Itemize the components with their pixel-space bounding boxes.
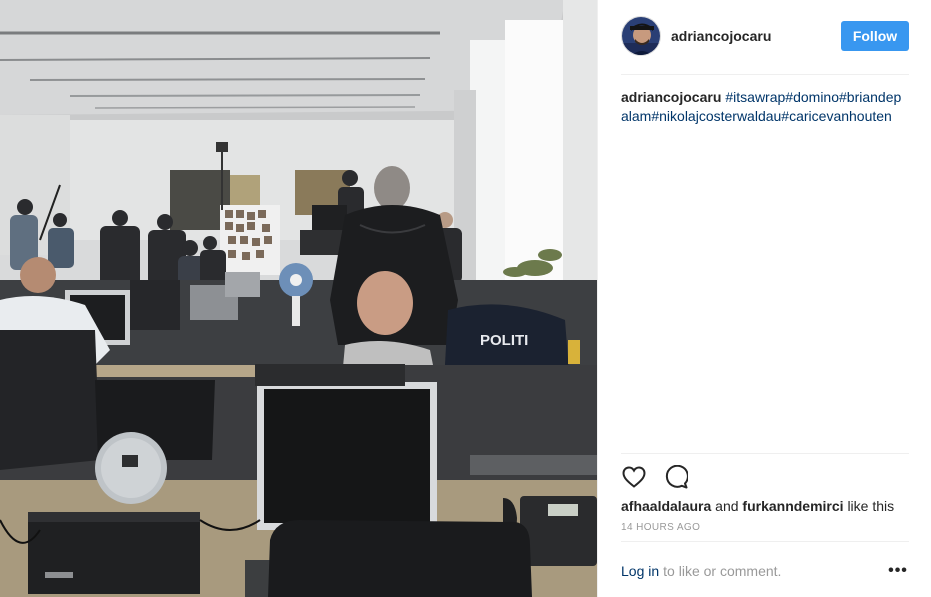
police-jacket-text: POLITI [480,332,528,349]
comment-row: Log in to like or comment. ••• [621,560,909,582]
follow-button[interactable]: Follow [841,21,909,51]
post-timestamp[interactable]: 14 HOURS AGO [621,522,700,533]
post-photo[interactable]: POLITI [0,0,597,597]
header-divider [621,74,909,75]
caption-author[interactable]: adriancojocaru [621,89,721,105]
post-actions [621,463,705,491]
post-username[interactable]: adriancojocaru [671,28,771,44]
post-caption: adriancojocaru #itsawrap#domino#briandepa… [621,88,909,126]
login-link[interactable]: Log in [621,563,659,579]
avatar[interactable] [621,16,661,56]
liker-name[interactable]: afhaaldalaura [621,498,711,514]
post-side-panel: adriancojocaru Follow adriancojocaru #its… [597,0,931,597]
post-header: adriancojocaru Follow [621,14,909,58]
ellipsis-icon[interactable]: ••• [887,562,909,580]
office-set-scene: POLITI [0,0,597,597]
actions-divider [621,453,909,454]
heart-outline-icon[interactable] [621,464,647,490]
avatar-image [622,17,660,55]
comment-hint: to like or comment. [663,563,782,579]
comment-divider [621,541,909,542]
likes-joiner: and [715,498,739,514]
likes-suffix: like this [847,498,895,514]
likes-summary: afhaaldalaura and furkanndemirci like th… [621,497,894,515]
speech-bubble-icon[interactable] [663,464,689,490]
liker-name[interactable]: furkanndemirci [742,498,843,514]
